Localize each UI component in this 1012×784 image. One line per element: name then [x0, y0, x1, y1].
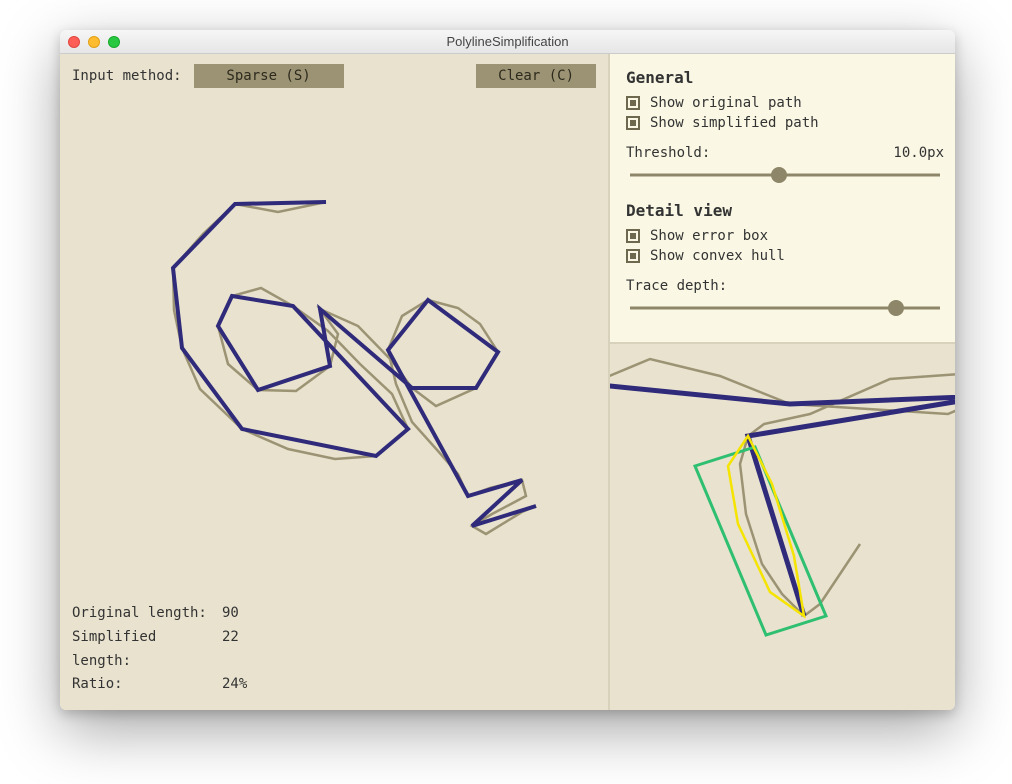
minimize-icon[interactable]: [88, 36, 100, 48]
titlebar: PolylineSimplification: [60, 30, 955, 54]
input-method-label: Input method:: [72, 68, 182, 84]
sparse-button[interactable]: Sparse (S): [194, 64, 344, 88]
controls-panel: General Show original path Show simplifi…: [610, 54, 955, 342]
main-pane: Input method: Sparse (S) Clear (C) Origi…: [60, 54, 608, 710]
threshold-label: Threshold:: [626, 145, 710, 161]
show-error-box-label: Show error box: [650, 228, 768, 244]
window-title: PolylineSimplification: [60, 34, 955, 49]
show-error-box-checkbox[interactable]: [626, 229, 640, 243]
ratio-value: 24%: [222, 673, 247, 697]
original-path: [173, 202, 536, 534]
show-original-label: Show original path: [650, 95, 802, 111]
drawing-canvas[interactable]: [60, 96, 608, 596]
zoom-icon[interactable]: [108, 36, 120, 48]
show-simplified-label: Show simplified path: [650, 115, 819, 131]
show-convex-hull-label: Show convex hull: [650, 248, 785, 264]
original-length-label: Original length:: [72, 602, 222, 626]
threshold-slider[interactable]: [626, 165, 944, 185]
threshold-slider-thumb[interactable]: [771, 167, 787, 183]
trace-depth-label: Trace depth:: [626, 278, 727, 294]
close-icon[interactable]: [68, 36, 80, 48]
simplified-length-value: 22: [222, 626, 239, 674]
stats-block: Original length: 90 Simplified length: 2…: [60, 596, 608, 710]
simplified-length-label: Simplified length:: [72, 626, 222, 674]
original-length-value: 90: [222, 602, 239, 626]
show-convex-hull-checkbox[interactable]: [626, 249, 640, 263]
general-heading: General: [626, 68, 944, 87]
clear-button[interactable]: Clear (C): [476, 64, 596, 88]
ratio-label: Ratio:: [72, 673, 222, 697]
content: Input method: Sparse (S) Clear (C) Origi…: [60, 54, 955, 710]
detail-heading: Detail view: [626, 201, 944, 220]
trace-depth-slider-thumb[interactable]: [888, 300, 904, 316]
detail-view[interactable]: [610, 342, 955, 710]
path-svg: [60, 96, 608, 596]
detail-svg: [610, 344, 955, 664]
side-panel: General Show original path Show simplifi…: [608, 54, 955, 710]
show-original-checkbox[interactable]: [626, 96, 640, 110]
threshold-value: 10.0px: [893, 145, 944, 161]
toolbar: Input method: Sparse (S) Clear (C): [60, 54, 608, 96]
show-simplified-checkbox[interactable]: [626, 116, 640, 130]
app-window: PolylineSimplification Input method: Spa…: [60, 30, 955, 710]
window-controls: [68, 36, 120, 48]
trace-depth-slider[interactable]: [626, 298, 944, 318]
